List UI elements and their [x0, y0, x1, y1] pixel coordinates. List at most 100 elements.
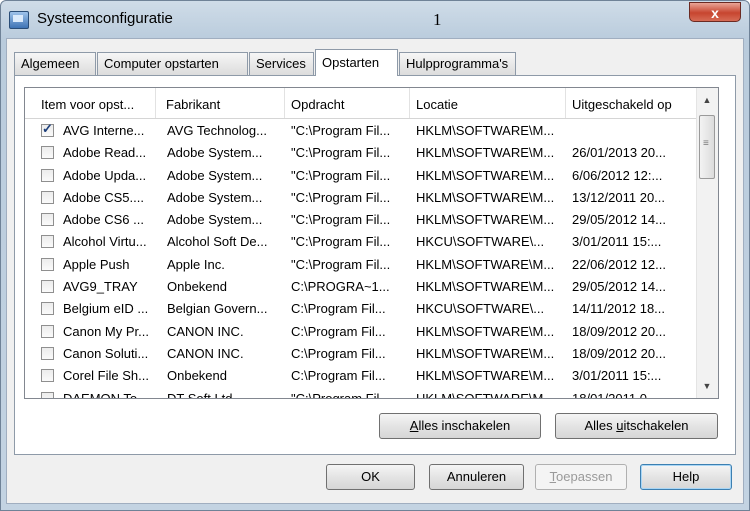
table-row[interactable]: Canon My Pr... CANON INC. C:\Program Fil..…	[25, 321, 697, 343]
startup-item-checkbox[interactable]	[41, 346, 54, 360]
startup-item-checkbox[interactable]	[41, 168, 54, 182]
enable-all-label-post: lles inschakelen	[418, 418, 511, 433]
cell-locatie: HKLM\SOFTWARE\M...	[416, 256, 555, 272]
table-row[interactable]: Adobe Upda... Adobe System... "C:\Program …	[25, 165, 697, 187]
cell-locatie: HKLM\SOFTWARE\M...	[416, 189, 555, 205]
cell-item: Canon My Pr...	[63, 323, 149, 339]
table-row[interactable]: Adobe CS6 ... Adobe System... "C:\Program …	[25, 209, 697, 231]
scroll-down-arrow-icon[interactable]: ▼	[701, 380, 713, 392]
startup-item-checkbox[interactable]	[41, 190, 54, 204]
cell-opdracht: "C:\Program Fil...	[291, 145, 391, 161]
table-row[interactable]: Belgium eID ... Belgian Govern... C:\Progr…	[25, 298, 697, 320]
cell-fabrikant: Apple Inc.	[167, 256, 225, 272]
cell-datum: 3/01/2011 15:...	[572, 234, 662, 250]
cell-datum	[572, 120, 696, 142]
cell-locatie: HKCU\SOFTWARE\...	[416, 234, 545, 250]
cell-opdracht: C:\PROGRA~1...	[291, 279, 390, 295]
cell-item: DAEMON To...	[63, 390, 149, 399]
table-row[interactable]: Alcohol Virtu... Alcohol Soft De... "C:\Pr…	[25, 231, 697, 253]
msconfig-app-icon	[9, 11, 29, 29]
startup-items-list[interactable]: Item voor opst... Fabrikant Opdracht Loc…	[24, 87, 719, 399]
cell-item: Canon Soluti...	[63, 345, 149, 361]
column-header-fabrikant[interactable]: Fabrikant	[161, 88, 285, 118]
startup-item-checkbox[interactable]	[41, 391, 54, 398]
cell-item: AVG9_TRAY	[63, 279, 138, 295]
table-row[interactable]: Corel File Sh... Onbekend C:\Program Fil..…	[25, 365, 697, 387]
cell-locatie: HKCU\SOFTWARE\...	[416, 301, 545, 317]
startup-item-checkbox[interactable]	[41, 121, 54, 137]
list-rows: AVG Interne... AVG Technolog... "C:\Progra…	[25, 120, 697, 399]
table-row[interactable]: Canon Soluti... CANON INC. C:\Program Fil.…	[25, 343, 697, 365]
table-row[interactable]: Adobe Read... Adobe System... "C:\Program …	[25, 142, 697, 164]
column-header-item[interactable]: Item voor opst...	[25, 88, 156, 118]
cell-item: Adobe CS5....	[63, 189, 144, 205]
cell-item: Apple Push	[63, 256, 130, 272]
tab-opstarten[interactable]: Opstarten	[315, 49, 398, 76]
startup-item-checkbox[interactable]	[41, 235, 54, 249]
table-row[interactable]: Apple Push Apple Inc. "C:\Program Fil... HK…	[25, 254, 697, 276]
scrollbar-thumb[interactable]	[699, 115, 715, 179]
cell-fabrikant: Alcohol Soft De...	[167, 234, 268, 250]
table-row[interactable]: AVG9_TRAY Onbekend C:\PROGRA~1... HKLM\SOFT…	[25, 276, 697, 298]
ok-button[interactable]: OK	[326, 464, 415, 490]
cell-opdracht: "C:\Program Fil...	[291, 189, 391, 205]
cell-item: Corel File Sh...	[63, 368, 149, 384]
close-button[interactable]: x	[689, 2, 741, 22]
tab-services[interactable]: Services	[249, 52, 314, 75]
cell-locatie: HKLM\SOFTWARE\M...	[416, 212, 555, 228]
scroll-up-arrow-icon[interactable]: ▲	[701, 94, 713, 106]
tab-algemeen[interactable]: Algemeen	[14, 52, 96, 75]
enable-all-button[interactable]: Alles inschakelen	[379, 413, 541, 439]
cell-fabrikant: Adobe System...	[167, 212, 263, 228]
title-bar[interactable]: Systeemconfiguratie 1 x	[1, 1, 749, 39]
cell-locatie: HKLM\SOFTWARE\M...	[416, 323, 555, 339]
table-row[interactable]: Adobe CS5.... Adobe System... "C:\Program …	[25, 187, 697, 209]
startup-item-checkbox[interactable]	[41, 146, 54, 160]
cell-locatie: HKLM\SOFTWARE\M...	[416, 123, 555, 138]
cell-item: Adobe Read...	[63, 145, 147, 161]
close-icon: x	[711, 5, 719, 21]
annotation-marker: 1	[433, 10, 442, 29]
cell-datum: 13/12/2011 20...	[572, 189, 666, 205]
cell-datum: 3/01/2011 15:...	[572, 368, 662, 384]
startup-item-checkbox[interactable]	[41, 280, 54, 294]
help-button[interactable]: Help	[640, 464, 732, 490]
cell-opdracht: C:\Program Fil...	[291, 301, 386, 317]
cell-datum: 6/06/2012 12:...	[572, 167, 663, 183]
cell-item: Adobe Upda...	[63, 167, 147, 183]
cell-opdracht: "C:\Program Fil...	[291, 234, 391, 250]
cell-fabrikant: Adobe System...	[167, 167, 263, 183]
cell-datum: 29/05/2012 14...	[572, 279, 666, 295]
cell-locatie: HKLM\SOFTWARE\M...	[416, 368, 555, 384]
cancel-button[interactable]: Annuleren	[429, 464, 524, 490]
cell-item: Belgium eID ...	[63, 301, 149, 317]
tab-computer-opstarten[interactable]: Computer opstarten	[97, 52, 248, 75]
cell-fabrikant: Adobe System...	[167, 145, 263, 161]
startup-item-checkbox[interactable]	[41, 369, 54, 383]
cell-opdracht: C:\Program Fil...	[291, 345, 386, 361]
vertical-scrollbar[interactable]: ▲ ▼	[696, 88, 718, 398]
table-row[interactable]: DAEMON To... DT Soft Ltd "C:\Program Fil..…	[25, 388, 697, 399]
disable-all-label-pre: Alles	[584, 418, 617, 433]
disable-all-button[interactable]: Alles uitschakelen	[555, 413, 718, 439]
table-row[interactable]: AVG Interne... AVG Technolog... "C:\Progra…	[25, 120, 697, 142]
column-header-uitgeschakeld-op[interactable]: Uitgeschakeld op	[567, 88, 697, 118]
cell-item: Alcohol Virtu...	[63, 234, 147, 250]
cell-fabrikant: Onbekend	[167, 279, 227, 295]
apply-button[interactable]: Toepassen	[535, 464, 627, 490]
startup-item-checkbox[interactable]	[41, 324, 54, 338]
startup-item-checkbox[interactable]	[41, 213, 54, 227]
apply-label: oepassen	[556, 469, 613, 484]
cell-datum: 29/05/2012 14...	[572, 212, 666, 228]
startup-item-checkbox[interactable]	[41, 257, 54, 271]
cell-fabrikant: DT Soft Ltd	[167, 390, 233, 399]
cell-datum: 18/09/2012 20...	[572, 323, 666, 339]
cell-locatie: HKLM\SOFTWARE\M...	[416, 390, 555, 399]
cell-fabrikant: Onbekend	[167, 368, 227, 384]
column-header-opdracht[interactable]: Opdracht	[286, 88, 410, 118]
cell-datum: 14/11/2012 18...	[572, 301, 666, 317]
column-header-locatie[interactable]: Locatie	[411, 88, 566, 118]
tab-hulpprogrammas[interactable]: Hulpprogramma's	[399, 52, 516, 75]
cell-fabrikant: CANON INC.	[167, 323, 244, 339]
startup-item-checkbox[interactable]	[41, 302, 54, 316]
